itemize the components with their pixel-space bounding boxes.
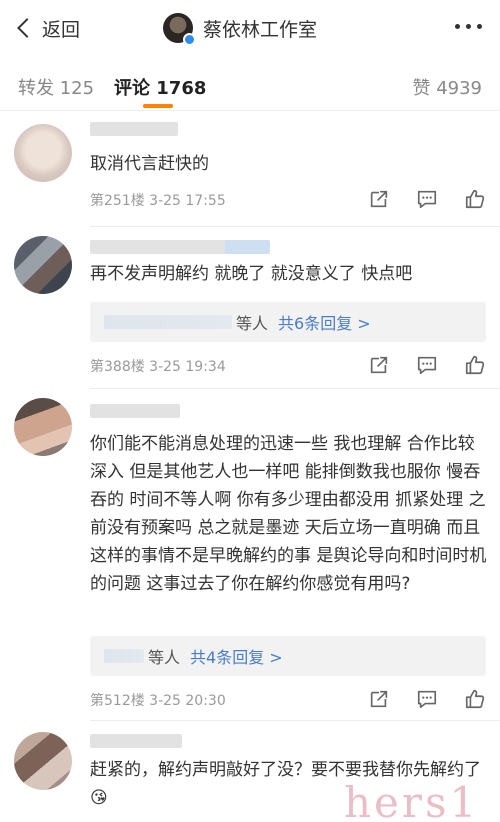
view-replies-link[interactable]: 共4条回复 > <box>190 644 283 668</box>
verified-badge-icon <box>183 33 196 46</box>
share-icon[interactable] <box>368 188 390 210</box>
tab-likes[interactable]: 赞 4939 <box>412 74 482 100</box>
watermark-text: hers1 <box>344 778 480 822</box>
comment-item: 取消代言赶快的 第251楼 3-25 17:55 <box>0 118 500 226</box>
commenter-name-blurred[interactable] <box>90 122 178 136</box>
comment-meta: 第512楼 3-25 20:30 <box>90 693 226 709</box>
commenter-name-blurred[interactable] <box>90 734 182 748</box>
account-avatar[interactable] <box>163 13 196 46</box>
tab-bar: 转发 125 评论 1768 赞 4939 <box>0 64 500 110</box>
comment-item: 再不发声明解约 就晚了 就没意义了 快点吧 等人 共6条回复 > 第388楼 3… <box>0 230 500 386</box>
replier-names-blurred <box>104 315 232 329</box>
page-title-group: 蔡依林工作室 <box>163 12 318 46</box>
tab-reposts[interactable]: 转发 125 <box>18 74 94 100</box>
commenter-name-blurred[interactable] <box>90 240 270 254</box>
comment-icon[interactable] <box>416 688 438 710</box>
back-label: 返回 <box>42 18 81 41</box>
comment-divider <box>90 226 500 227</box>
more-dot <box>477 24 482 29</box>
like-thumb-icon[interactable] <box>464 354 486 376</box>
comment-text: 你们能不能消息处理的迅速一些 我也理解 合作比较深入 但是其他艺人也一样吧 能排… <box>90 434 487 594</box>
top-navigation-bar: 返回 蔡依林工作室 <box>0 0 500 56</box>
comment-actions <box>368 354 486 376</box>
share-icon[interactable] <box>368 688 390 710</box>
reply-others-label: 等人 <box>148 648 181 667</box>
comment-icon[interactable] <box>416 188 438 210</box>
page-title: 蔡依林工作室 <box>203 18 318 41</box>
comment-actions <box>368 688 486 710</box>
comment-divider <box>90 720 500 721</box>
avatar[interactable] <box>14 398 72 456</box>
active-tab-indicator <box>143 104 173 108</box>
comment-divider <box>90 388 500 389</box>
like-thumb-icon[interactable] <box>464 188 486 210</box>
view-replies-link[interactable]: 共6条回复 > <box>278 310 371 334</box>
comment-actions <box>368 188 486 210</box>
comment-icon[interactable] <box>416 354 438 376</box>
reply-others-label: 等人 <box>236 314 269 333</box>
back-button[interactable]: 返回 <box>14 14 80 42</box>
share-icon[interactable] <box>368 354 390 376</box>
reply-summary-box[interactable]: 等人 共6条回复 > <box>90 302 486 342</box>
avatar[interactable] <box>14 236 72 294</box>
avatar[interactable] <box>14 732 72 790</box>
reply-summary-box[interactable]: 等人 共4条回复 > <box>90 636 486 676</box>
tabs-divider <box>0 110 500 111</box>
more-dots-icon[interactable] <box>455 24 482 29</box>
comment-item: 你们能不能消息处理的迅速一些 我也理解 合作比较深入 但是其他艺人也一样吧 能排… <box>0 392 500 718</box>
comment-text: 再不发声明解约 就晚了 就没意义了 快点吧 <box>90 264 413 284</box>
comment-text: 取消代言赶快的 <box>90 154 209 174</box>
commenter-name-blurred[interactable] <box>90 404 180 418</box>
comment-meta: 第251楼 3-25 17:55 <box>90 193 226 209</box>
more-dot <box>455 24 460 29</box>
like-thumb-icon[interactable] <box>464 688 486 710</box>
more-dot <box>466 24 471 29</box>
back-chevron-icon <box>17 18 37 38</box>
tab-comments[interactable]: 评论 1768 <box>114 74 206 100</box>
comment-meta: 第388楼 3-25 19:34 <box>90 359 226 375</box>
replier-names-blurred <box>104 649 144 663</box>
avatar[interactable] <box>14 124 72 182</box>
